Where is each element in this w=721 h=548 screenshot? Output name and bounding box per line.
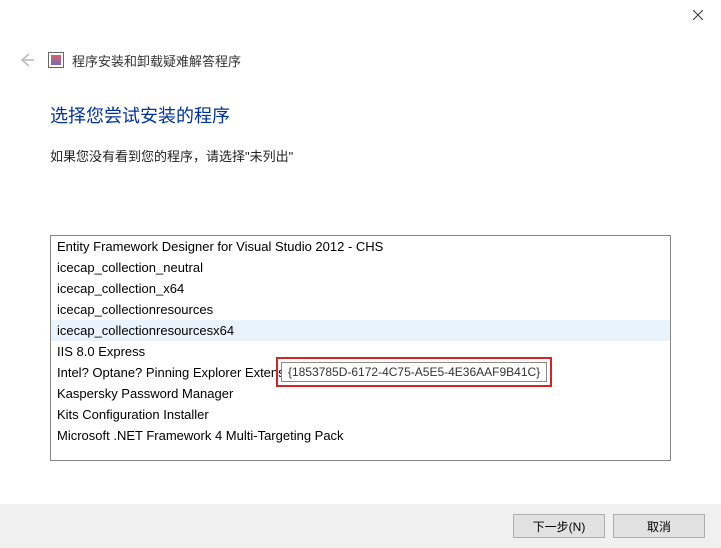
program-listbox-container: Entity Framework Designer for Visual Stu… bbox=[50, 235, 671, 461]
list-item[interactable]: icecap_collectionresources bbox=[51, 299, 670, 320]
app-icon bbox=[48, 52, 64, 68]
list-item[interactable]: Microsoft .NET Framework 4 Multi-Targeti… bbox=[51, 425, 670, 446]
close-button[interactable] bbox=[675, 0, 721, 30]
list-item[interactable]: Kaspersky Password Manager bbox=[51, 383, 670, 404]
app-title: 程序安装和卸载疑难解答程序 bbox=[72, 51, 241, 70]
list-item[interactable]: icecap_collection_x64 bbox=[51, 278, 670, 299]
titlebar bbox=[0, 0, 721, 36]
content-area: 选择您尝试安装的程序 如果您没有看到您的程序，请选择"未列出" Entity F… bbox=[0, 80, 721, 461]
list-item[interactable]: icecap_collection_neutral bbox=[51, 257, 670, 278]
close-icon bbox=[693, 10, 703, 20]
header-row: 程序安装和卸载疑难解答程序 bbox=[0, 36, 721, 80]
list-item[interactable]: Kits Configuration Installer bbox=[51, 404, 670, 425]
instruction-text: 如果您没有看到您的程序，请选择"未列出" bbox=[50, 146, 671, 165]
list-item[interactable]: icecap_collectionresourcesx64 bbox=[51, 320, 670, 341]
footer-bar: 下一步(N) 取消 bbox=[0, 504, 721, 548]
back-arrow-icon bbox=[17, 51, 35, 69]
list-item[interactable]: Intel? Optane? Pinning Explorer Extensio… bbox=[51, 362, 670, 383]
program-listbox[interactable]: Entity Framework Designer for Visual Stu… bbox=[51, 236, 670, 460]
cancel-button[interactable]: 取消 bbox=[613, 514, 705, 538]
back-button[interactable] bbox=[14, 48, 38, 72]
page-heading: 选择您尝试安装的程序 bbox=[50, 102, 671, 128]
next-button[interactable]: 下一步(N) bbox=[513, 514, 605, 538]
list-item[interactable]: IIS 8.0 Express bbox=[51, 341, 670, 362]
list-item[interactable]: Entity Framework Designer for Visual Stu… bbox=[51, 236, 670, 257]
